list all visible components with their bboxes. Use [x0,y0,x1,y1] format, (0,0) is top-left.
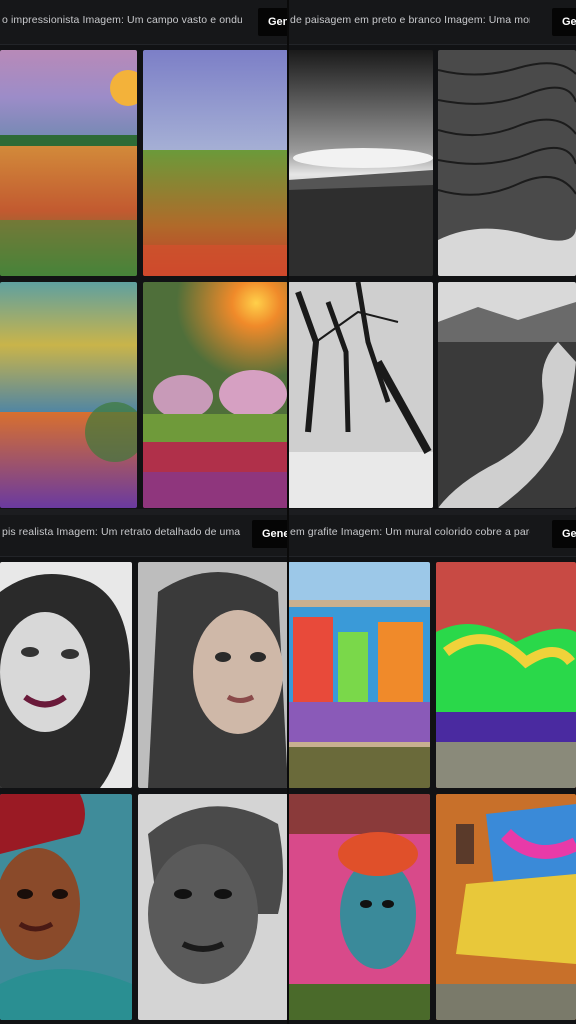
generate-button[interactable]: Ge [552,8,576,36]
generated-image-4[interactable] [138,794,288,1020]
image-thumbnail-icon [288,282,433,508]
prompt-input[interactable]: o impressionista Imagem: Um campo vasto … [2,14,242,26]
generated-image-2[interactable] [436,562,576,788]
image-thumbnail-icon [0,282,137,508]
image-thumbnail-icon [138,562,288,788]
prompt-input[interactable]: de paisagem em preto e branco Imagem: Um… [290,14,530,26]
generator-panel-impressionist: o impressionista Imagem: Um campo vasto … [0,0,288,512]
image-thumbnail-icon [0,50,137,276]
image-thumbnail-icon [0,562,132,788]
image-thumbnail-icon [288,562,430,788]
generated-image-1[interactable] [0,50,137,276]
generated-image-1[interactable] [0,562,132,788]
image-thumbnail-icon [143,50,288,276]
image-thumbnail-icon [288,794,430,1020]
generated-image-4[interactable] [436,794,576,1020]
generated-image-2[interactable] [438,50,576,276]
image-thumbnail-icon [288,50,433,276]
generated-image-3[interactable] [288,282,433,508]
prompt-input[interactable]: em grafite Imagem: Um mural colorido cob… [290,526,530,538]
generated-image-3[interactable] [0,282,137,508]
generator-panel-graffiti: em grafite Imagem: Um mural colorido cob… [288,512,576,1024]
prompt-bar: em grafite Imagem: Um mural colorido cob… [288,512,576,557]
prompt-input[interactable]: pis realista Imagem: Um retrato detalhad… [2,526,242,538]
generated-image-2[interactable] [138,562,288,788]
generate-button[interactable]: Gene [252,520,288,548]
generate-button[interactable]: Gen [258,8,288,36]
image-thumbnail-icon [438,50,576,276]
prompt-bar: de paisagem em preto e branco Imagem: Um… [288,0,576,45]
generator-panel-pencil-portrait: pis realista Imagem: Um retrato detalhad… [0,512,288,1024]
generated-image-2[interactable] [143,50,288,276]
image-thumbnail-icon [138,794,288,1020]
image-thumbnail-icon [436,794,576,1020]
prompt-bar: o impressionista Imagem: Um campo vasto … [0,0,288,45]
generate-button[interactable]: Ge [552,520,576,548]
image-thumbnail-icon [436,562,576,788]
generated-image-4[interactable] [143,282,288,508]
prompt-bar: pis realista Imagem: Um retrato detalhad… [0,512,288,557]
grid-divider [287,0,289,1024]
generated-image-3[interactable] [0,794,132,1020]
generated-image-1[interactable] [288,562,430,788]
generated-image-1[interactable] [288,50,433,276]
image-thumbnail-icon [438,282,576,508]
generator-panel-bw-landscape: de paisagem em preto e branco Imagem: Um… [288,0,576,512]
generated-image-4[interactable] [438,282,576,508]
generated-image-3[interactable] [288,794,430,1020]
image-thumbnail-icon [0,794,132,1020]
image-thumbnail-icon [143,282,288,508]
